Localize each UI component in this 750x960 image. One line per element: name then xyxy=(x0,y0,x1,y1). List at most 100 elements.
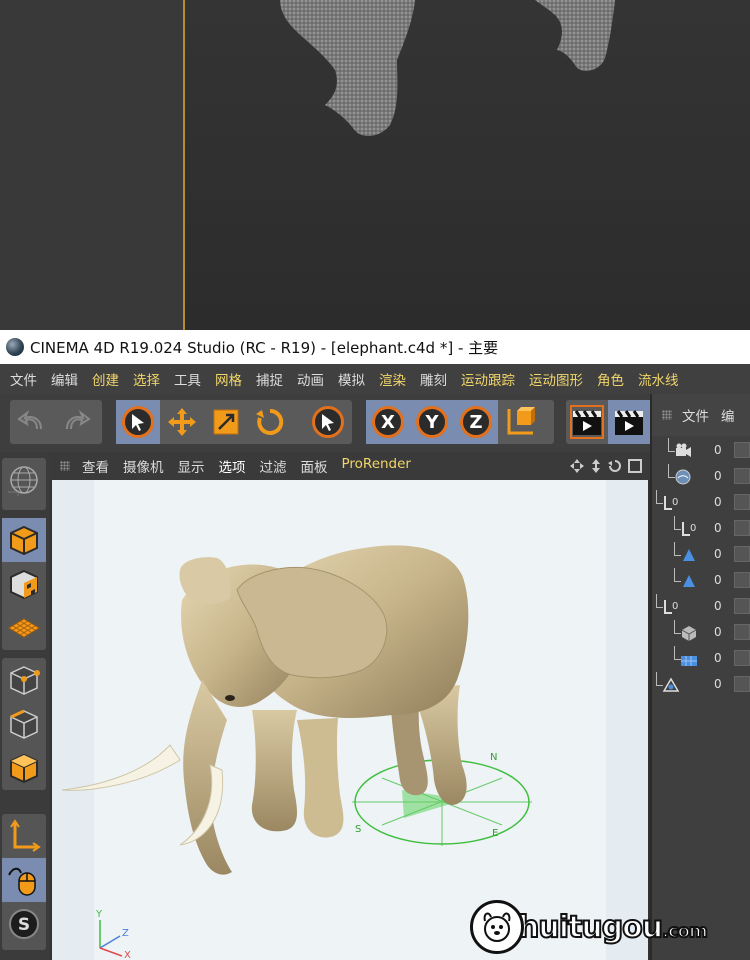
left-tool-palette: S xyxy=(0,452,50,960)
x-axis-label: X xyxy=(372,406,404,438)
cube-model-icon xyxy=(10,525,38,556)
grip-handle-icon[interactable] xyxy=(60,461,70,471)
menu-file[interactable]: 文件 xyxy=(682,405,709,425)
edges-mode-button[interactable] xyxy=(2,702,46,746)
perspective-viewport[interactable]: N E S Y Z X xyxy=(52,480,648,960)
menu-item[interactable]: 编辑 xyxy=(51,369,78,389)
layer-toggle[interactable] xyxy=(734,468,750,484)
recent-tool-button[interactable] xyxy=(306,400,350,444)
menu-item[interactable]: 运动图形 xyxy=(529,369,583,389)
z-axis-label: Z xyxy=(460,406,492,438)
clapperboard-icon xyxy=(615,410,643,435)
orbit-icon[interactable] xyxy=(608,459,622,473)
layer-toggle[interactable] xyxy=(734,520,750,536)
model-mode-button[interactable] xyxy=(2,518,46,562)
pan-icon[interactable] xyxy=(570,459,584,473)
live-select-button[interactable] xyxy=(116,400,160,444)
layer-toggle[interactable] xyxy=(734,598,750,614)
tweak-mode-button[interactable] xyxy=(2,858,46,902)
object-tree-row[interactable]: 0 xyxy=(652,646,750,672)
menu-item[interactable]: 捕捉 xyxy=(256,369,283,389)
object-tree-row[interactable]: 0 xyxy=(652,542,750,568)
undo-button[interactable] xyxy=(10,400,54,444)
main-toolbar: X Y Z xyxy=(0,394,650,452)
axis-y-label: Y xyxy=(95,909,103,920)
points-mode-button[interactable] xyxy=(2,658,46,702)
texture-mode-button[interactable] xyxy=(2,562,46,606)
menu-item[interactable]: 工具 xyxy=(174,369,201,389)
viewport-menu-item[interactable]: 选项 xyxy=(219,456,246,476)
layer-toggle[interactable] xyxy=(734,442,750,458)
viewport-menu-item[interactable]: 摄像机 xyxy=(123,456,164,476)
menu-item[interactable]: 文件 xyxy=(10,369,37,389)
menu-item[interactable]: 选择 xyxy=(133,369,160,389)
object-tree-row[interactable]: 00 xyxy=(652,516,750,542)
snap-button[interactable]: S xyxy=(2,902,46,946)
cone-icon xyxy=(680,546,698,564)
object-tree-row[interactable]: 0 xyxy=(652,438,750,464)
menu-item[interactable]: 动画 xyxy=(297,369,324,389)
layer-toggle[interactable] xyxy=(734,676,750,692)
y-axis-button[interactable]: Y xyxy=(410,400,454,444)
menu-item[interactable]: 创建 xyxy=(92,369,119,389)
redo-button[interactable] xyxy=(54,400,98,444)
elephant-model xyxy=(61,545,469,875)
layer-toggle[interactable] xyxy=(734,572,750,588)
menu-edit[interactable]: 编 xyxy=(721,405,735,425)
snap-s-icon: S xyxy=(9,909,39,939)
viewport-menu-item[interactable]: 查看 xyxy=(82,456,109,476)
viewport-menu-item[interactable]: 面板 xyxy=(301,456,328,476)
render-to-picture-viewer-button[interactable] xyxy=(608,400,650,444)
null-icon: 0 xyxy=(662,494,680,512)
plane-icon xyxy=(680,650,698,668)
viewport-nav-controls xyxy=(570,459,642,473)
layer-toggle[interactable] xyxy=(734,624,750,640)
axis-z-label: Z xyxy=(122,928,129,939)
menu-item[interactable]: 渲染 xyxy=(379,369,406,389)
make-editable-button[interactable] xyxy=(2,458,46,502)
viewport-menu-item[interactable]: 过滤 xyxy=(260,456,287,476)
rotate-button[interactable] xyxy=(248,400,292,444)
z-axis-button[interactable]: Z xyxy=(454,400,498,444)
layer-toggle[interactable] xyxy=(734,494,750,510)
menu-item[interactable]: 网格 xyxy=(215,369,242,389)
menu-item[interactable]: 雕刻 xyxy=(420,369,447,389)
object-tree-row[interactable]: 0 xyxy=(652,464,750,490)
menu-item[interactable]: 角色 xyxy=(597,369,624,389)
polygons-cube-icon xyxy=(10,753,38,784)
coordinate-system-icon xyxy=(507,407,535,435)
object-manager-panel: 文件 编 0000000000000 xyxy=(650,394,750,960)
object-tree-row[interactable]: 0 xyxy=(652,568,750,594)
component-mode-group xyxy=(2,658,46,790)
y-axis-label: Y xyxy=(416,406,448,438)
window-title: CINEMA 4D R19.024 Studio (RC - R19) - [e… xyxy=(30,338,499,357)
polygons-mode-button[interactable] xyxy=(2,746,46,790)
layer-toggle[interactable] xyxy=(734,546,750,562)
viewport-menu-item[interactable]: ProRender xyxy=(342,456,411,476)
cube-icon xyxy=(680,624,698,642)
scale-button[interactable] xyxy=(204,400,248,444)
workplane-mode-button[interactable] xyxy=(2,606,46,650)
x-axis-button[interactable]: X xyxy=(366,400,410,444)
undo-redo-group xyxy=(10,400,102,444)
grip-handle-icon[interactable] xyxy=(662,410,672,420)
enable-axis-button[interactable] xyxy=(2,814,46,858)
viewport-menu-item[interactable]: 显示 xyxy=(178,456,205,476)
window-title-bar[interactable]: CINEMA 4D R19.024 Studio (RC - R19) - [e… xyxy=(0,330,750,364)
object-tree-row[interactable]: 0 xyxy=(652,672,750,698)
null-icon: 0 xyxy=(680,520,698,538)
clapperboard-icon xyxy=(570,405,604,439)
menu-item[interactable]: 流水线 xyxy=(638,369,679,389)
object-tree-row[interactable]: 00 xyxy=(652,490,750,516)
object-tree-row[interactable]: 0 xyxy=(652,620,750,646)
scale-icon xyxy=(213,409,239,435)
object-tree-row[interactable]: 00 xyxy=(652,594,750,620)
render-view-button[interactable] xyxy=(566,400,608,444)
menu-item[interactable]: 模拟 xyxy=(338,369,365,389)
layer-toggle[interactable] xyxy=(734,650,750,666)
move-button[interactable] xyxy=(160,400,204,444)
toggle-view-icon[interactable] xyxy=(628,459,642,473)
coordinate-system-button[interactable] xyxy=(498,400,542,444)
menu-item[interactable]: 运动跟踪 xyxy=(461,369,515,389)
zoom-icon[interactable] xyxy=(590,459,602,473)
